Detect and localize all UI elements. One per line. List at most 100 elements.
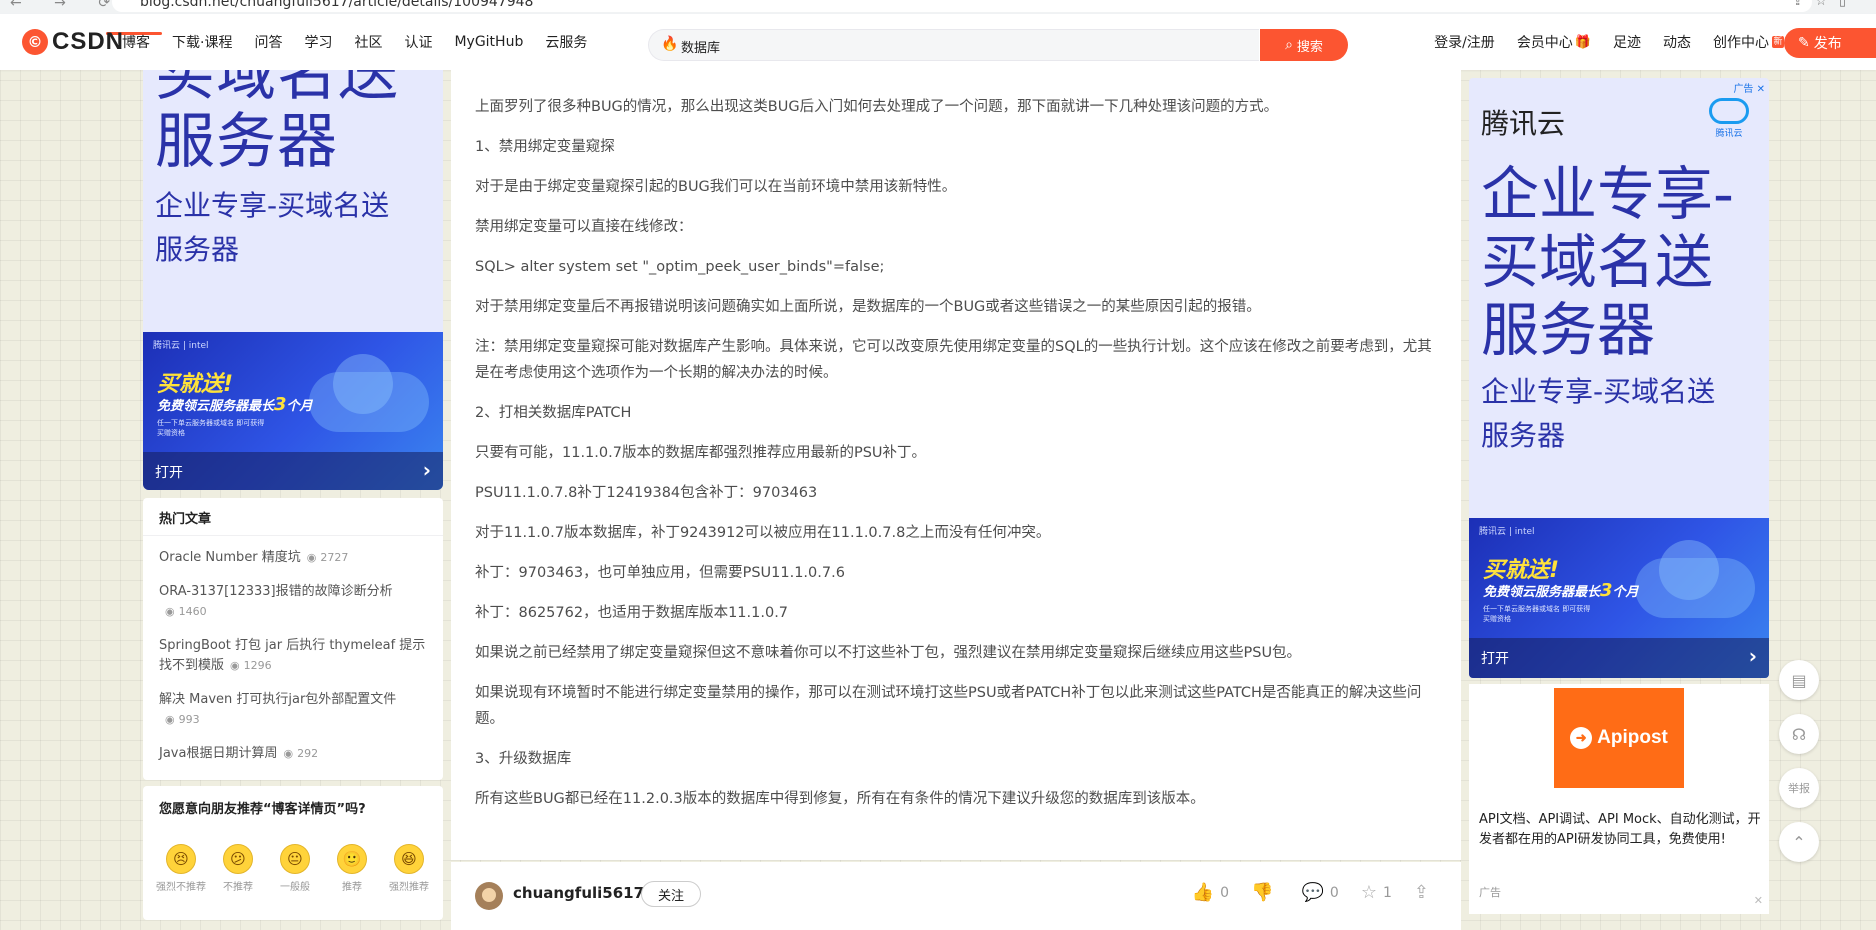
dislike-button[interactable]: 👎 xyxy=(1251,882,1279,903)
hot-article-item[interactable]: Oracle Number 精度坑 ◉ 2727 xyxy=(159,548,431,568)
left-ad[interactable]: 买域名送服务器 企业专享-买域名送服务器 腾讯云 | intel 买就送! 免费… xyxy=(143,70,443,490)
rating-option[interactable]: 🙂 推荐 xyxy=(326,844,378,893)
publish-button[interactable]: ✎ 发布 xyxy=(1784,28,1876,58)
apipost-ad[interactable]: ➜ Apipost API文档、API调试、API Mock、自动化测试，开发者… xyxy=(1469,684,1769,914)
search-bar: 🔥 ⌕ 搜索 xyxy=(648,29,1348,62)
article-content: 上面罗列了很多种BUG的情况，那么出现这类BUG后入门如何去处理成了一个问题，那… xyxy=(451,70,1461,860)
article-paragraph: 补丁：9703463，也可单独应用，但需要PSU11.1.0.7.6 xyxy=(475,565,845,581)
share-button[interactable]: ⇪ xyxy=(1414,882,1435,903)
star-icon: ☆ xyxy=(1360,882,1377,903)
rating-label: 强烈推荐 xyxy=(389,882,429,893)
recommend-options: 😣 强烈不推荐 😕 不推荐 😐 一般般 🙂 推荐 😆 强烈推荐 xyxy=(155,844,435,893)
author-name[interactable]: chuangfuli5617 xyxy=(513,884,644,902)
chevron-right-icon: › xyxy=(1748,644,1757,668)
nav-item-cloud[interactable]: 云服务 xyxy=(545,32,587,52)
nav-item-mygithub[interactable]: MyGitHub xyxy=(454,34,523,50)
eye-icon: ◉ xyxy=(165,713,175,726)
nav-item-blog[interactable]: 博客 xyxy=(122,32,150,52)
follow-button[interactable]: 关注 xyxy=(641,881,701,907)
thumbs-down-icon: 👎 xyxy=(1251,882,1274,903)
creation-center-link[interactable]: 创作中心 新 xyxy=(1713,32,1784,52)
publish-label: 发布 xyxy=(1813,36,1842,52)
dynamic-link[interactable]: 动态 xyxy=(1663,32,1691,52)
hot-flame-icon: 🔥 xyxy=(661,36,679,52)
cloud-illustration xyxy=(1635,558,1755,618)
csdn-toolbar: © CSDN 博客 下载·课程 问答 学习 社区 认证 MyGitHub 云服务… xyxy=(0,14,1876,70)
nav-item-cert[interactable]: 认证 xyxy=(404,32,432,52)
ad-label: 广告 xyxy=(1479,886,1501,899)
banner-subtitle: 免费领云服务器最长3个月 xyxy=(1483,580,1639,601)
apipost-brand: Apipost xyxy=(1597,727,1668,748)
article-paragraph: 补丁：8625762，也适用于数据库版本11.1.0.7 xyxy=(475,605,789,621)
logo-caption: 腾讯云 xyxy=(1715,129,1743,139)
csdn-logo[interactable]: © CSDN xyxy=(22,28,124,56)
like-button[interactable]: 👍 0 xyxy=(1192,882,1229,903)
browser-nav-icons[interactable]: ← → ⟳ xyxy=(10,0,124,11)
gift-icon: 🎁 xyxy=(1574,34,1591,50)
favorite-button[interactable]: ☆ 1 xyxy=(1361,882,1392,903)
rating-label: 推荐 xyxy=(342,882,362,893)
apipost-mark-icon: ➜ xyxy=(1570,727,1593,749)
nav-item-community[interactable]: 社区 xyxy=(354,32,382,52)
open-ad-bar[interactable]: 打开 › xyxy=(143,452,443,490)
report-button[interactable]: 举报 xyxy=(1779,768,1819,808)
article-paragraph: 对于禁用绑定变量后不再报错说明该问题确实如上面所说，是数据库的一个BUG或者这些… xyxy=(475,299,1261,315)
eye-icon: ◉ xyxy=(165,605,175,618)
rating-option[interactable]: 😐 一般般 xyxy=(269,844,321,893)
eye-icon: ◉ xyxy=(230,659,240,672)
rating-option[interactable]: 😣 强烈不推荐 xyxy=(155,844,207,893)
avatar[interactable] xyxy=(475,882,503,910)
ad-close-tag[interactable]: 广告 ✕ xyxy=(1733,80,1765,95)
left-ad-banner[interactable]: 腾讯云 | intel 买就送! 免费领云服务器最长3个月 任一下单云服务器或域… xyxy=(143,332,443,490)
search-button-label: 搜索 xyxy=(1296,39,1323,55)
logo-text: CSDN xyxy=(52,28,125,55)
search-input[interactable] xyxy=(679,30,1243,62)
nav-item-qa[interactable]: 问答 xyxy=(254,32,282,52)
hot-article-item[interactable]: 解决 Maven 打可执行jar包外部配置文件◉ 993 xyxy=(159,690,431,730)
nav-item-download[interactable]: 下载·课程 xyxy=(172,32,232,52)
comment-button[interactable]: 💬 0 xyxy=(1302,882,1339,903)
article-paragraph: 禁用绑定变量可以直接在线修改： xyxy=(475,219,693,235)
apipost-description: API文档、API调试、API Mock、自动化测试，开发者都在用的API研发协… xyxy=(1479,812,1761,847)
address-text[interactable]: blog.csdn.net/chuangfuli5617/article/det… xyxy=(140,0,533,10)
back-to-top-button[interactable]: ⌃ xyxy=(1779,822,1819,862)
right-ad-headline: 企业专享-买域名送服务器 xyxy=(1481,160,1734,364)
customer-service-button[interactable]: ☊ xyxy=(1779,714,1819,754)
hot-article-item[interactable]: ORA-3137[12333]报错的故障诊断分析◉ 1460 xyxy=(159,582,431,622)
login-link[interactable]: 登录/注册 xyxy=(1434,32,1495,52)
search-box: 🔥 xyxy=(648,29,1259,62)
nav-item-learn[interactable]: 学习 xyxy=(304,32,332,52)
rating-label: 一般般 xyxy=(280,882,310,893)
angry-face-icon: 😣 xyxy=(166,844,196,874)
search-button[interactable]: ⌕ 搜索 xyxy=(1260,29,1348,61)
open-label: 打开 xyxy=(1481,651,1509,667)
search-icon: ⌕ xyxy=(1285,37,1293,53)
close-icon[interactable]: ✕ xyxy=(1754,894,1763,907)
footprint-link[interactable]: 足迹 xyxy=(1613,32,1641,52)
apipost-logo: ➜ Apipost xyxy=(1554,688,1684,788)
edit-note-button[interactable]: ▤ xyxy=(1779,660,1819,700)
floating-toolbar: ▤ ☊ 举报 ⌃ xyxy=(1779,660,1821,876)
right-ad-subtitle: 企业专享-买域名送服务器 xyxy=(1481,375,1716,452)
article-paragraph: 只要有可能，11.1.0.7版本的数据库都强烈推荐应用最新的PSU补丁。 xyxy=(475,445,927,461)
rating-option[interactable]: 😆 强烈推荐 xyxy=(383,844,435,893)
article-paragraph: 如果说之前已经禁用了绑定变量窥探但这不意味着你可以不打这些补丁包，强烈建议在禁用… xyxy=(475,645,1302,661)
banner-brand: 腾讯云 | intel xyxy=(1479,527,1535,537)
hot-article-item[interactable]: SpringBoot 打包 jar 后执行 thymeleaf 提示找不到模版 ◉… xyxy=(159,636,431,676)
vip-center-link[interactable]: 会员中心 🎁 xyxy=(1517,32,1591,52)
hot-article-item[interactable]: Java根据日期计算周 ◉ 292 xyxy=(159,744,431,764)
article-paragraph: 对于是由于绑定变量窥探引起的BUG我们可以在当前环境中禁用该新特性。 xyxy=(475,179,957,195)
vip-center-label: 会员中心 xyxy=(1516,35,1573,51)
banner-fineprint: 任一下单云服务器或域名 即可获得买赠资格 xyxy=(157,419,265,437)
rating-option[interactable]: 😕 不推荐 xyxy=(212,844,264,893)
laugh-face-icon: 😆 xyxy=(394,844,424,874)
right-ad-banner[interactable]: 腾讯云 | intel 买就送! 免费领云服务器最长3个月 任一下单云服务器或域… xyxy=(1469,518,1769,678)
article-body: 上面罗列了很多种BUG的情况，那么出现这类BUG后入门如何去处理成了一个问题，那… xyxy=(475,94,1437,826)
banner-brand: 腾讯云 | intel xyxy=(153,341,209,351)
browser-action-icons[interactable]: ⇪☆▯ xyxy=(1792,0,1858,9)
right-ad[interactable]: 广告 ✕ 腾讯云 腾讯云 企业专享-买域名送服务器 企业专享-买域名送服务器 腾… xyxy=(1469,78,1769,678)
recommend-panel: 您愿意向朋友推荐“博客详情页”吗? 😣 强烈不推荐 😕 不推荐 😐 一般般 🙂 … xyxy=(143,786,443,920)
open-ad-bar[interactable]: 打开 › xyxy=(1469,638,1769,678)
tencent-cloud-logo: 腾讯云 xyxy=(1709,98,1749,139)
cloud-logo-icon xyxy=(1709,98,1749,124)
